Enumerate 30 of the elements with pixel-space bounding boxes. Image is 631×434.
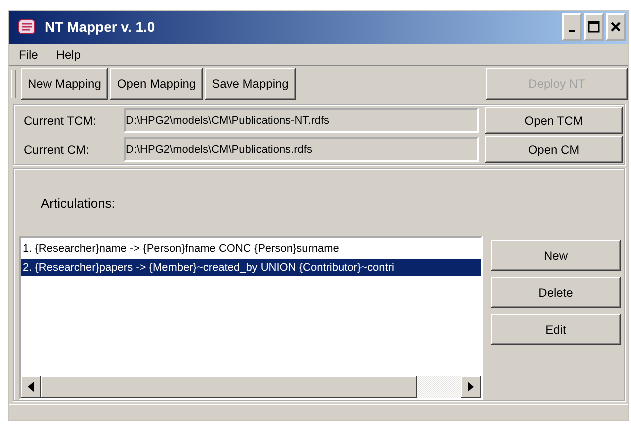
toolbar-grip xyxy=(11,70,16,98)
toolbar-button[interactable]: New Mapping xyxy=(21,68,108,100)
minimize-icon xyxy=(569,30,575,32)
toolbar-button[interactable]: Open Mapping xyxy=(110,68,204,100)
left-triangle-icon xyxy=(28,382,34,392)
action-button[interactable]: New xyxy=(491,240,621,272)
action-button[interactable]: Edit xyxy=(491,314,621,346)
path-field[interactable]: D:\HPG2\models\CM\Publications-NT.rdfs xyxy=(124,108,479,134)
field-label: Current CM: xyxy=(23,142,90,157)
maximize-button[interactable] xyxy=(584,13,604,42)
close-button[interactable] xyxy=(606,13,626,42)
path-field[interactable]: D:\HPG2\models\CM\Publications.rdfs xyxy=(124,137,479,162)
open-button[interactable]: Open CM xyxy=(485,136,623,164)
field-label: Current TCM: xyxy=(23,114,98,128)
minimize-button[interactable] xyxy=(562,13,582,42)
app-icon xyxy=(17,17,37,38)
window-title: NT Mapper v. 1.0 xyxy=(45,19,156,36)
toolbar-button[interactable]: Save Mapping xyxy=(205,68,296,100)
scroll-right-button[interactable] xyxy=(461,376,481,398)
right-triangle-icon xyxy=(468,382,474,392)
scroll-left-button[interactable] xyxy=(21,376,41,398)
list-item[interactable]: 2. {Researcher}papers -> {Member}~created_by UNION {Contributor}~contri xyxy=(21,259,481,276)
menu-item[interactable]: File xyxy=(19,48,38,62)
close-icon xyxy=(610,21,622,34)
section-label: Articulations: xyxy=(41,196,116,214)
menu-item[interactable]: Help xyxy=(56,48,82,62)
open-button[interactable]: Open TCM xyxy=(485,107,623,134)
maximize-icon xyxy=(588,21,600,34)
action-button[interactable]: Delete xyxy=(491,277,621,308)
list-item[interactable]: 1. {Researcher}name -> {Person}fname CONC {Person}surname xyxy=(21,240,481,258)
